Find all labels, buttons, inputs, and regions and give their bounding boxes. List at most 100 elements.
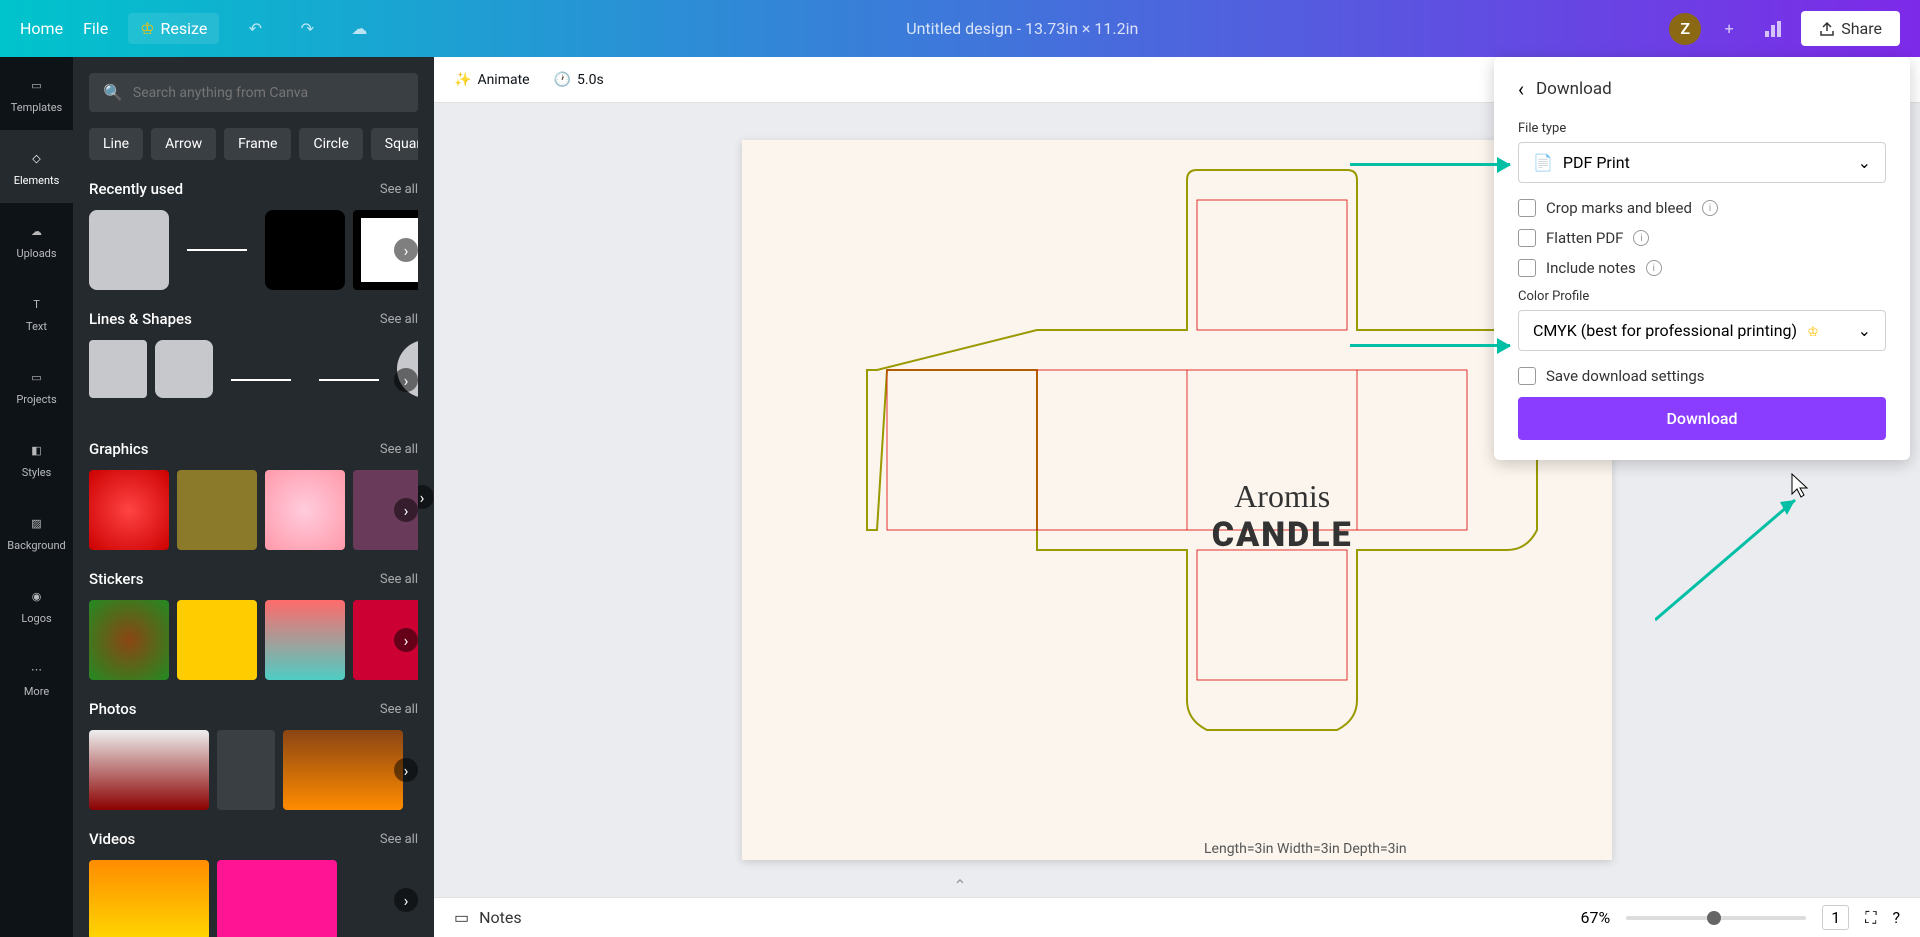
shape-line[interactable] <box>309 340 389 420</box>
chip-square[interactable]: Square <box>371 128 418 160</box>
shape-line[interactable] <box>221 340 301 420</box>
photo-thumb[interactable] <box>89 730 209 810</box>
element-thumb[interactable] <box>265 210 345 290</box>
uploads-icon: ☁ <box>25 219 49 243</box>
page-indicator[interactable]: 1 <box>1822 905 1849 930</box>
see-all-link[interactable]: See all <box>380 832 418 847</box>
duration-button[interactable]: 🕐 5.0s <box>554 72 604 88</box>
undo-icon[interactable]: ↶ <box>239 13 271 45</box>
nav-more[interactable]: ⋯ More <box>0 641 73 714</box>
checkbox-icon <box>1518 199 1536 217</box>
section-videos: Videos See all › <box>89 830 418 937</box>
photo-thumb[interactable] <box>217 730 275 810</box>
photo-thumb[interactable] <box>283 730 403 810</box>
nav-projects[interactable]: ▭ Projects <box>0 349 73 422</box>
scroll-right-icon[interactable]: › <box>394 628 418 652</box>
projects-icon: ▭ <box>25 365 49 389</box>
element-thumb[interactable] <box>89 210 169 290</box>
search-input[interactable] <box>133 85 404 101</box>
zoom-slider[interactable] <box>1626 916 1806 920</box>
section-title: Graphics <box>89 440 148 458</box>
document-title[interactable]: Untitled design - 13.73in × 11.2in <box>375 19 1669 38</box>
chip-arrow[interactable]: Arrow <box>151 128 216 160</box>
background-icon: ▨ <box>25 511 49 535</box>
sticker-thumb[interactable] <box>89 600 169 680</box>
include-notes-checkbox[interactable]: Include notes i <box>1518 259 1886 277</box>
element-thumb[interactable] <box>177 210 257 290</box>
graphic-thumb[interactable] <box>177 470 257 550</box>
graphic-thumb[interactable] <box>265 470 345 550</box>
nav-background[interactable]: ▨ Background <box>0 495 73 568</box>
nav-label: Logos <box>21 612 51 625</box>
share-button[interactable]: Share <box>1801 11 1900 46</box>
sticker-thumb[interactable] <box>265 600 345 680</box>
nav-styles[interactable]: ◧ Styles <box>0 422 73 495</box>
checkbox-label: Include notes <box>1546 259 1636 277</box>
chip-frame[interactable]: Frame <box>224 128 291 160</box>
animate-button[interactable]: ✨ Animate <box>454 72 530 88</box>
file-menu[interactable]: File <box>83 19 108 38</box>
video-thumb[interactable] <box>89 860 209 937</box>
box-dieline[interactable] <box>767 160 1587 840</box>
design-page[interactable]: Aromis CANDLE <box>742 140 1612 860</box>
top-bar: Home File Resize ↶ ↷ ☁ Untitled design -… <box>0 0 1920 57</box>
sticker-thumb[interactable] <box>177 600 257 680</box>
fullscreen-icon[interactable]: ⛶ <box>1865 908 1876 928</box>
redo-icon[interactable]: ↷ <box>291 13 323 45</box>
see-all-link[interactable]: See all <box>380 572 418 587</box>
nav-uploads[interactable]: ☁ Uploads <box>0 203 73 276</box>
chip-line[interactable]: Line <box>89 128 143 160</box>
nav-logos[interactable]: ◉ Logos <box>0 568 73 641</box>
section-title: Videos <box>89 830 135 848</box>
scroll-right-icon[interactable]: › <box>394 888 418 912</box>
scroll-right-icon[interactable]: › <box>394 368 418 392</box>
info-icon[interactable]: i <box>1633 230 1649 246</box>
scroll-right-icon[interactable]: › <box>394 238 418 262</box>
insights-icon[interactable] <box>1757 13 1789 45</box>
crop-marks-checkbox[interactable]: Crop marks and bleed i <box>1518 199 1886 217</box>
animate-icon: ✨ <box>454 72 471 88</box>
file-type-select[interactable]: 📄 PDF Print ⌄ <box>1518 142 1886 183</box>
scroll-right-icon[interactable]: › <box>394 758 418 782</box>
brand-text[interactable]: Aromis CANDLE <box>1212 478 1353 555</box>
nav-text[interactable]: T Text <box>0 276 73 349</box>
elements-icon: ◇ <box>25 146 49 170</box>
home-button[interactable]: Home <box>20 19 63 38</box>
see-all-link[interactable]: See all <box>380 312 418 327</box>
back-icon[interactable]: ‹ <box>1518 77 1524 101</box>
chip-row: Line Arrow Frame Circle Square › <box>89 128 418 160</box>
logos-icon: ◉ <box>25 584 49 608</box>
styles-icon: ◧ <box>25 438 49 462</box>
shape-square[interactable] <box>89 340 147 398</box>
shape-rounded-square[interactable] <box>155 340 213 398</box>
info-icon[interactable]: i <box>1646 260 1662 276</box>
color-profile-select[interactable]: CMYK (best for professional printing) ⌄ <box>1518 310 1886 351</box>
info-icon[interactable]: i <box>1702 200 1718 216</box>
resize-button[interactable]: Resize <box>128 13 219 44</box>
video-thumb[interactable] <box>217 860 337 937</box>
nav-elements[interactable]: ◇ Elements <box>0 130 73 203</box>
resize-label: Resize <box>161 19 208 38</box>
add-member-icon[interactable]: + <box>1713 13 1745 45</box>
chip-circle[interactable]: Circle <box>299 128 362 160</box>
nav-templates[interactable]: ▭ Templates <box>0 57 73 130</box>
brand-bold-text: CANDLE <box>1212 515 1353 555</box>
notes-button[interactable]: ▭ Notes <box>454 908 522 927</box>
save-settings-checkbox[interactable]: Save download settings <box>1518 367 1886 385</box>
file-type-value: PDF Print <box>1563 153 1630 172</box>
graphic-thumb[interactable] <box>89 470 169 550</box>
user-avatar[interactable]: Z <box>1669 13 1701 45</box>
more-icon: ⋯ <box>25 657 49 681</box>
see-all-link[interactable]: See all <box>380 702 418 717</box>
see-all-link[interactable]: See all <box>380 182 418 197</box>
search-box[interactable]: 🔍 <box>89 73 418 112</box>
help-icon[interactable]: ? <box>1892 908 1900 927</box>
bottom-bar: ▭ Notes 67% 1 ⛶ ? <box>434 897 1920 937</box>
section-title: Lines & Shapes <box>89 310 192 328</box>
flatten-pdf-checkbox[interactable]: Flatten PDF i <box>1518 229 1886 247</box>
zoom-value[interactable]: 67% <box>1581 908 1611 927</box>
see-all-link[interactable]: See all <box>380 442 418 457</box>
expand-pages-icon[interactable]: ⌃ <box>953 876 966 895</box>
scroll-right-icon[interactable]: › <box>394 498 418 522</box>
download-button[interactable]: Download <box>1518 397 1886 440</box>
